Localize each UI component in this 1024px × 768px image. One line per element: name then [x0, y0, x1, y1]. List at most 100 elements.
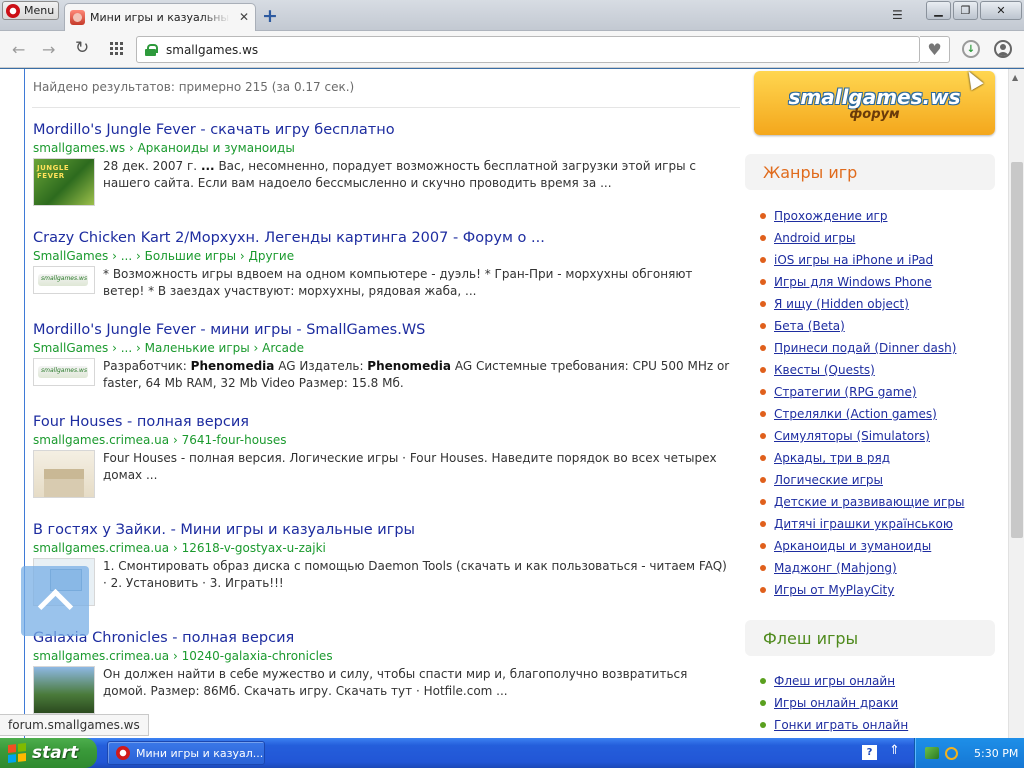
help-icon[interactable]: ?	[862, 745, 877, 760]
result-url[interactable]: SmallGames › ... › Маленькие игры › Arca…	[33, 341, 733, 355]
reload-icon[interactable]: ↻	[75, 38, 89, 58]
genre-link[interactable]: Симуляторы (Simulators)	[760, 425, 964, 447]
result-thumbnail[interactable]	[33, 158, 95, 206]
scrollbar-thumb[interactable]	[1011, 162, 1023, 538]
address-text: smallgames.ws	[166, 42, 259, 57]
new-tab-button[interactable]: +	[262, 5, 278, 27]
opera-logo-icon	[116, 746, 130, 760]
result-thumbnail[interactable]	[33, 266, 95, 294]
taskbar-item-label: Мини игры и казуал...	[136, 746, 264, 760]
tab-close-icon[interactable]: ✕	[239, 10, 249, 24]
genre-link[interactable]: Квесты (Quests)	[760, 359, 964, 381]
scroll-to-top-button[interactable]	[21, 566, 89, 636]
genre-link[interactable]: Бета (Beta)	[760, 315, 964, 337]
browser-tab[interactable]: Мини игры и казуальные игры ✕	[64, 3, 256, 31]
flash-game-link[interactable]: Игры онлайн драки	[760, 692, 908, 714]
genre-link[interactable]: Стратегии (RPG game)	[760, 381, 964, 403]
forward-arrow-icon[interactable]: →	[42, 40, 55, 59]
genre-link[interactable]: Прохождение игр	[760, 205, 964, 227]
flash-games-list: Флеш игры онлайн Игры онлайн драки Гонки и…	[760, 670, 908, 736]
account-icon[interactable]	[994, 40, 1012, 58]
result-title-link[interactable]: Crazy Chicken Kart 2/Морхухн. Легенды ка…	[33, 230, 733, 246]
result-snippet: 28 дек. 2007 г. ... Вас, несомненно, пор…	[103, 159, 696, 190]
close-window-button[interactable]: ✕	[980, 1, 1022, 20]
result-snippet: 1. Смонтировать образ диска с помощью Da…	[103, 559, 727, 590]
results-count: Найдено результатов: примерно 215 (за 0.…	[33, 80, 355, 94]
start-label: start	[32, 743, 79, 763]
opera-logo-icon	[6, 3, 20, 18]
clock: 5:30 PM	[974, 746, 1019, 760]
start-button[interactable]: start	[0, 738, 97, 768]
result-snippet: Он должен найти в себе мужество и силу, …	[103, 667, 688, 698]
minimize-button[interactable]: ▁	[926, 1, 951, 20]
search-result: Crazy Chicken Kart 2/Морхухн. Легенды ка…	[33, 230, 733, 300]
search-result: Mordillo's Jungle Fever - скачать игру б…	[33, 122, 733, 206]
search-result: В гостях у Зайки. - Мини игры и казуальн…	[33, 522, 733, 606]
search-result: Mordillo's Jungle Fever - мини игры - Sm…	[33, 322, 733, 392]
tray-expand-icon[interactable]: ⇑	[889, 743, 900, 758]
genre-link[interactable]: Android игры	[760, 227, 964, 249]
flash-game-link[interactable]: Гонки играть онлайн	[760, 714, 908, 736]
left-accent-line	[24, 69, 25, 738]
search-result: Four Houses - полная версия smallgames.c…	[33, 414, 733, 498]
back-arrow-icon[interactable]: ←	[12, 40, 25, 59]
windows-logo-icon	[8, 743, 26, 763]
vertical-scrollbar[interactable]: ▲	[1008, 69, 1024, 738]
flash-game-link[interactable]: Флеш игры онлайн	[760, 670, 908, 692]
link-status-tooltip: forum.smallgames.ws	[0, 714, 149, 736]
result-snippet: Разработчик: Phenomedia AG Издатель: Phe…	[103, 359, 730, 390]
flash-games-heading: Флеш игры	[745, 620, 995, 656]
genre-link[interactable]: Стрелялки (Action games)	[760, 403, 964, 425]
result-url[interactable]: smallgames.crimea.ua › 10240-galaxia-chr…	[33, 649, 733, 663]
address-bar[interactable]: smallgames.ws	[136, 36, 920, 63]
genre-link[interactable]: Арканоиды и зуманоиды	[760, 535, 964, 557]
taskbar-opera-window[interactable]: Мини игры и казуал...	[107, 741, 265, 765]
result-title-link[interactable]: Galaxia Chronicles - полная версия	[33, 630, 733, 646]
system-tray: 5:30 PM	[914, 738, 1024, 768]
page-content: Найдено результатов: примерно 215 (за 0.…	[0, 69, 1008, 738]
genre-link[interactable]: Аркады, три в ряд	[760, 447, 964, 469]
genre-link[interactable]: Маджонг (Mahjong)	[760, 557, 964, 579]
result-thumbnail[interactable]	[33, 666, 95, 714]
tab-menu-icon[interactable]: ☰	[892, 8, 903, 22]
browser-toolbar: ← → ↻ smallgames.ws ♥ ↓	[0, 31, 1024, 68]
scroll-up-arrow-icon[interactable]: ▲	[1012, 73, 1018, 82]
browser-title-bar: Menu Мини игры и казуальные игры ✕ + ☰ ▁…	[0, 0, 1024, 31]
genre-link[interactable]: Я ищу (Hidden object)	[760, 293, 964, 315]
search-icon[interactable]	[945, 746, 958, 760]
result-title-link[interactable]: В гостях у Зайки. - Мини игры и казуальн…	[33, 522, 733, 538]
divider	[32, 107, 740, 108]
network-icon[interactable]	[925, 747, 939, 759]
opera-menu-button[interactable]: Menu	[2, 1, 59, 20]
genre-link[interactable]: Принеси подай (Dinner dash)	[760, 337, 964, 359]
speed-dial-grid-icon[interactable]	[110, 42, 123, 55]
genre-link[interactable]: Логические игры	[760, 469, 964, 491]
tab-title: Мини игры и казуальные игры	[90, 11, 230, 24]
result-title-link[interactable]: Mordillo's Jungle Fever - скачать игру б…	[33, 122, 733, 138]
bookmark-heart-icon[interactable]: ♥	[920, 36, 950, 63]
genre-link[interactable]: Детские и развивающие игры	[760, 491, 964, 513]
menu-label: Menu	[24, 4, 55, 17]
genre-link[interactable]: Дитячі іграшки українською	[760, 513, 964, 535]
result-url[interactable]: smallgames.crimea.ua › 7641-four-houses	[33, 433, 733, 447]
result-snippet: * Возможность игры вдвоем на одном компь…	[103, 267, 693, 298]
genre-link[interactable]: Игры для Windows Phone	[760, 271, 964, 293]
genres-heading: Жанры игр	[745, 154, 995, 190]
result-thumbnail[interactable]	[33, 450, 95, 498]
banner-logo-text: smallgames.ws	[788, 84, 961, 109]
result-url[interactable]: SmallGames › ... › Большие игры › Другие	[33, 249, 733, 263]
maximize-button[interactable]: ❐	[953, 1, 978, 20]
lock-icon	[145, 43, 158, 56]
screen: { "browser": { "menu_label": "Menu", "ta…	[0, 0, 1024, 768]
banner-subtitle: форум	[849, 106, 900, 122]
download-icon[interactable]: ↓	[962, 40, 980, 58]
result-url[interactable]: smallgames.crimea.ua › 12618-v-gostyax-u…	[33, 541, 733, 555]
genre-link[interactable]: Игры от MyPlayCity	[760, 579, 964, 601]
forum-banner[interactable]: smallgames.ws форум	[754, 71, 995, 135]
result-snippet: Four Houses - полная версия. Логические …	[103, 451, 717, 482]
result-title-link[interactable]: Four Houses - полная версия	[33, 414, 733, 430]
result-url[interactable]: smallgames.ws › Арканоиды и зуманоиды	[33, 141, 733, 155]
result-thumbnail[interactable]	[33, 358, 95, 386]
result-title-link[interactable]: Mordillo's Jungle Fever - мини игры - Sm…	[33, 322, 733, 338]
genre-link[interactable]: iOS игры на iPhone и iPad	[760, 249, 964, 271]
